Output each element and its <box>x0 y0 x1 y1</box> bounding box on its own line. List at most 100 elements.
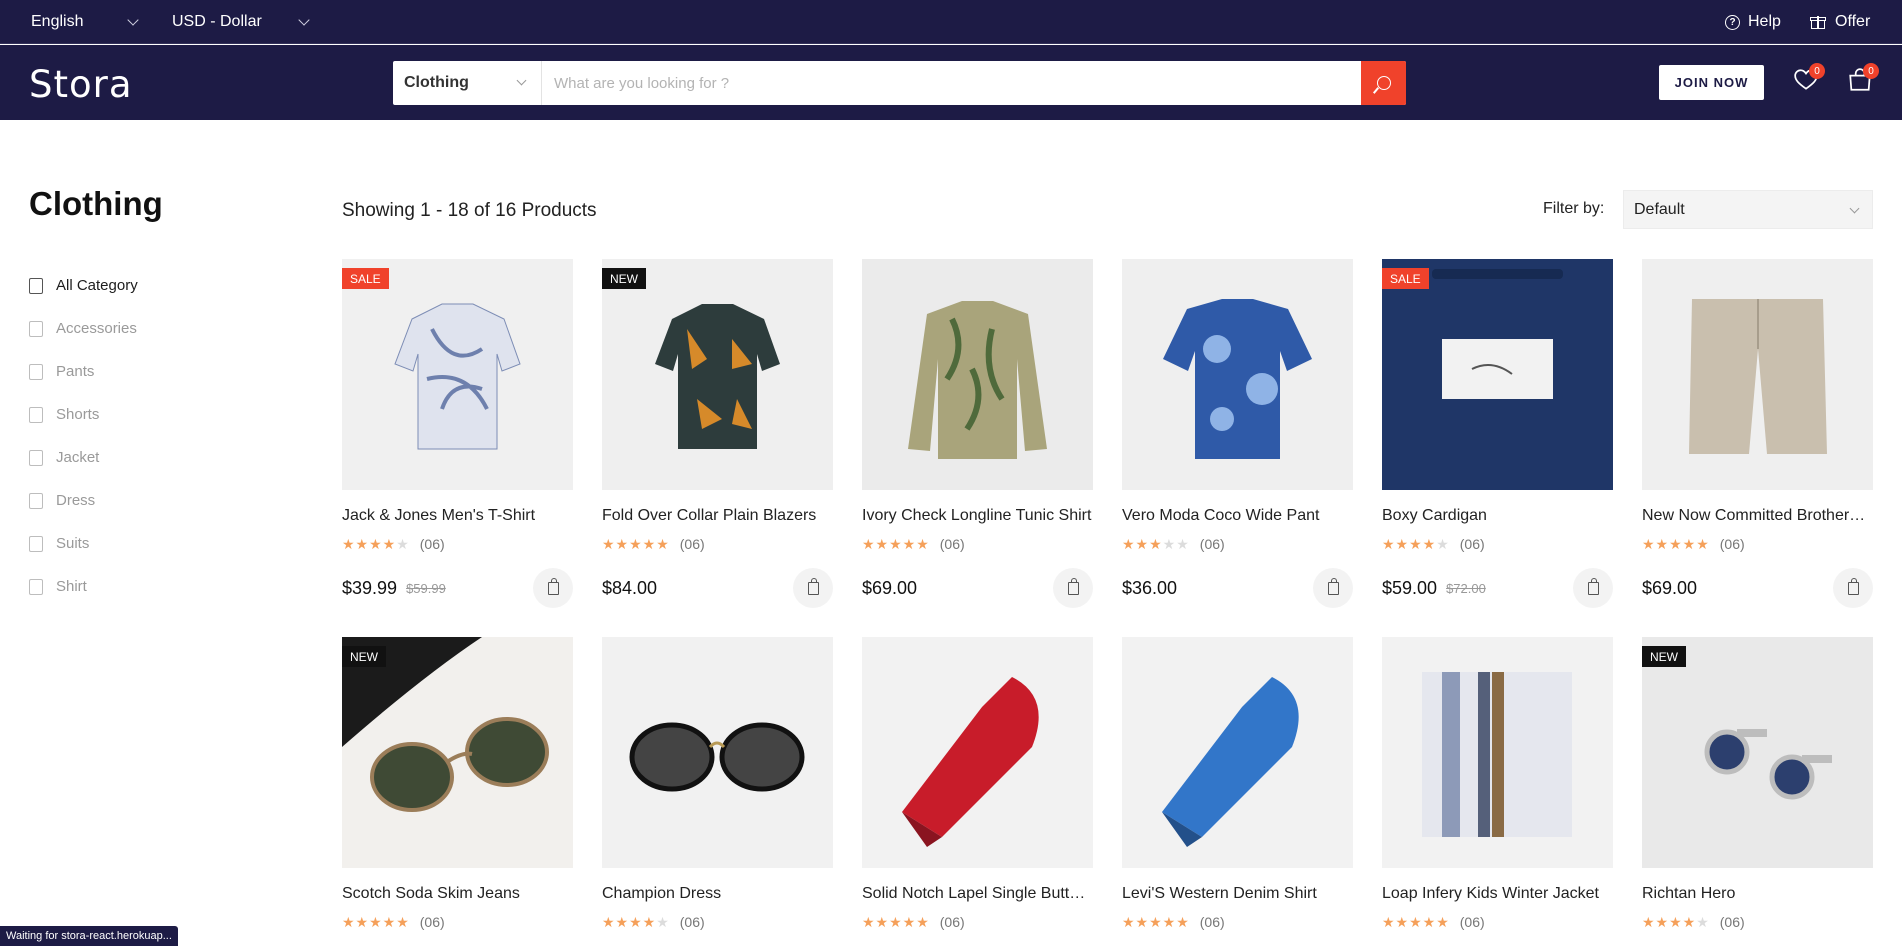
product-tag-badge: NEW <box>602 268 646 289</box>
shopping-bag-icon <box>1587 577 1599 595</box>
product-photo <box>342 259 573 490</box>
category-label: Accessories <box>56 320 137 337</box>
product-name[interactable]: New Now Committed Brothers ... <box>1642 507 1873 527</box>
product-rating: ★★★★★ (06) <box>342 913 573 931</box>
product-price: $69.00 <box>1642 577 1698 598</box>
product-photo <box>1382 259 1613 490</box>
product-photo <box>1642 259 1873 490</box>
price-row: $36.00 <box>1122 568 1353 608</box>
product-name[interactable]: Loap Infery Kids Winter Jacket <box>1382 885 1613 905</box>
category-label: All Category <box>56 277 138 294</box>
product-card[interactable]: Ivory Check Longline Tunic Shirt ★★★★★ (06… <box>862 259 1093 608</box>
shorts-icon <box>29 406 43 423</box>
add-to-cart-button[interactable] <box>533 568 573 608</box>
product-card[interactable]: Loap Infery Kids Winter Jacket ★★★★★ (06) <box>1382 637 1613 930</box>
cart-button[interactable]: 0 <box>1847 63 1879 97</box>
product-image[interactable] <box>1382 637 1613 868</box>
star-rating-icon: ★★★★★ <box>1642 535 1710 552</box>
product-image[interactable] <box>1122 259 1353 490</box>
price-row: $69.00 <box>862 568 1093 608</box>
search-bar: Clothing <box>393 61 1406 105</box>
product-name[interactable]: Solid Notch Lapel Single Button... <box>862 885 1093 905</box>
price-row: $84.00 <box>602 568 833 608</box>
product-card[interactable]: SALE Jack & Jones Men's T-Shirt ★★★★★ (06) $… <box>342 259 573 608</box>
shirt-icon <box>29 578 43 595</box>
product-price: $36.00 <box>1122 577 1178 598</box>
product-image[interactable]: NEW <box>1642 637 1873 868</box>
product-card[interactable]: NEW Fold Over Collar Plain Blazers ★★★★★ (0… <box>602 259 833 608</box>
product-rating: ★★★★★ (06) <box>1122 913 1353 931</box>
search-button[interactable] <box>1361 61 1406 105</box>
category-item-suits[interactable]: Suits <box>29 522 138 565</box>
product-name[interactable]: Fold Over Collar Plain Blazers <box>602 507 833 527</box>
product-image[interactable] <box>1642 259 1873 490</box>
star-rating-icon: ★★★★★ <box>862 913 930 930</box>
wishlist-count-badge: 0 <box>1809 63 1825 79</box>
star-rating-icon: ★★★★★ <box>342 913 410 930</box>
wishlist-button[interactable]: 0 <box>1793 63 1825 97</box>
product-photo <box>1122 259 1353 490</box>
add-to-cart-button[interactable] <box>1573 568 1613 608</box>
product-image[interactable] <box>862 259 1093 490</box>
product-card[interactable]: NEW Scotch Soda Skim Jeans ★★★★★ (06) <box>342 637 573 930</box>
currency-select[interactable]: USD - Dollar <box>172 0 312 44</box>
category-label: Suits <box>56 535 90 552</box>
product-card[interactable]: Vero Moda Coco Wide Pant ★★★★★ (06) $36.00 <box>1122 259 1353 608</box>
product-image[interactable]: SALE <box>1382 259 1613 490</box>
add-to-cart-button[interactable] <box>793 568 833 608</box>
review-count: (06) <box>1719 536 1745 552</box>
product-image[interactable] <box>1122 637 1353 868</box>
category-item-pants[interactable]: Pants <box>29 350 138 393</box>
pants-icon <box>29 363 43 380</box>
language-select[interactable]: English <box>31 0 141 44</box>
review-count: (06) <box>1719 914 1745 930</box>
category-item-shorts[interactable]: Shorts <box>29 393 138 436</box>
category-item-accessories[interactable]: Accessories <box>29 307 138 350</box>
category-item-shirt[interactable]: Shirt <box>29 565 138 608</box>
category-label: Shorts <box>56 406 100 423</box>
join-now-button[interactable]: JOIN NOW <box>1659 65 1764 100</box>
product-name[interactable]: Richtan Hero <box>1642 885 1873 905</box>
product-name[interactable]: Vero Moda Coco Wide Pant <box>1122 507 1353 527</box>
product-name[interactable]: Jack & Jones Men's T-Shirt <box>342 507 573 527</box>
category-label: Shirt <box>56 578 87 595</box>
product-image[interactable]: NEW <box>602 259 833 490</box>
help-label: Help <box>1748 13 1781 30</box>
product-image[interactable]: NEW <box>342 637 573 868</box>
main-header: Stora Clothing JOIN NOW 0 0 <box>0 45 1902 120</box>
product-card[interactable]: New Now Committed Brothers ... ★★★★★ (06) $… <box>1642 259 1873 608</box>
product-image[interactable]: SALE <box>342 259 573 490</box>
shopping-bag-icon <box>1847 577 1859 595</box>
search-input[interactable] <box>542 61 1361 105</box>
offer-link[interactable]: Offer <box>1810 0 1870 44</box>
category-item-all[interactable]: All Category <box>29 264 138 307</box>
product-card[interactable]: Levi'S Western Denim Shirt ★★★★★ (06) <box>1122 637 1353 930</box>
review-count: (06) <box>1459 914 1485 930</box>
logo[interactable]: Stora <box>29 63 133 106</box>
help-link[interactable]: ? Help <box>1725 0 1781 44</box>
product-name[interactable]: Champion Dress <box>602 885 833 905</box>
product-photo <box>342 637 573 868</box>
product-image[interactable] <box>862 637 1093 868</box>
search-icon <box>1376 76 1391 90</box>
filter-value: Default <box>1634 200 1685 218</box>
product-card[interactable]: Solid Notch Lapel Single Button... ★★★★★ (… <box>862 637 1093 930</box>
star-rating-icon: ★★★★★ <box>1122 913 1190 930</box>
add-to-cart-button[interactable] <box>1313 568 1353 608</box>
product-card[interactable]: NEW Richtan Hero ★★★★★ (06) <box>1642 637 1873 930</box>
category-item-jacket[interactable]: Jacket <box>29 436 138 479</box>
add-to-cart-button[interactable] <box>1833 568 1873 608</box>
product-card[interactable]: SALE Boxy Cardigan ★★★★★ (06) $59.00 $72.00 <box>1382 259 1613 608</box>
review-count: (06) <box>1199 536 1225 552</box>
product-name[interactable]: Boxy Cardigan <box>1382 507 1613 527</box>
product-image[interactable] <box>602 637 833 868</box>
filter-select[interactable]: Default <box>1623 190 1873 229</box>
category-item-dress[interactable]: Dress <box>29 479 138 522</box>
product-name[interactable]: Scotch Soda Skim Jeans <box>342 885 573 905</box>
review-count: (06) <box>679 914 705 930</box>
search-category-select[interactable]: Clothing <box>393 61 542 105</box>
add-to-cart-button[interactable] <box>1053 568 1093 608</box>
product-name[interactable]: Levi'S Western Denim Shirt <box>1122 885 1353 905</box>
product-card[interactable]: Champion Dress ★★★★★ (06) <box>602 637 833 930</box>
product-name[interactable]: Ivory Check Longline Tunic Shirt <box>862 507 1093 527</box>
